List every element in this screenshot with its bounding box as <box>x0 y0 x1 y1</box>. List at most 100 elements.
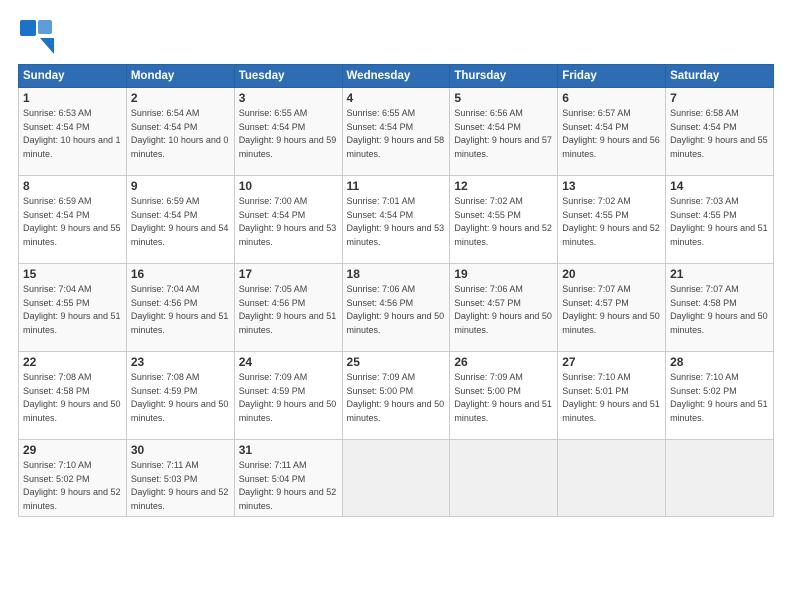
day-info: Sunrise: 6:53 AMSunset: 4:54 PMDaylight:… <box>23 107 122 161</box>
day-info: Sunrise: 7:04 AMSunset: 4:55 PMDaylight:… <box>23 283 122 337</box>
day-info: Sunrise: 7:01 AMSunset: 4:54 PMDaylight:… <box>347 195 446 249</box>
day-number: 24 <box>239 355 338 369</box>
day-info: Sunrise: 6:58 AMSunset: 4:54 PMDaylight:… <box>670 107 769 161</box>
calendar-cell: 18 Sunrise: 7:06 AMSunset: 4:56 PMDayligh… <box>342 264 450 352</box>
day-number: 2 <box>131 91 230 105</box>
day-number: 5 <box>454 91 553 105</box>
page: SundayMondayTuesdayWednesdayThursdayFrid… <box>0 0 792 612</box>
day-number: 27 <box>562 355 661 369</box>
calendar-cell: 23 Sunrise: 7:08 AMSunset: 4:59 PMDayligh… <box>126 352 234 440</box>
day-info: Sunrise: 7:10 AMSunset: 5:02 PMDaylight:… <box>23 459 122 513</box>
day-info: Sunrise: 7:06 AMSunset: 4:56 PMDaylight:… <box>347 283 446 337</box>
day-number: 7 <box>670 91 769 105</box>
logo <box>18 18 56 54</box>
weekday-header: Tuesday <box>234 65 342 88</box>
calendar-cell: 31 Sunrise: 7:11 AMSunset: 5:04 PMDayligh… <box>234 440 342 517</box>
calendar-cell: 14Sunrise: 7:03 AMSunset: 4:55 PMDayligh… <box>666 176 774 264</box>
day-number: 29 <box>23 443 122 457</box>
day-info: Sunrise: 6:54 AMSunset: 4:54 PMDaylight:… <box>131 107 230 161</box>
calendar-cell: 16Sunrise: 7:04 AMSunset: 4:56 PMDayligh… <box>126 264 234 352</box>
calendar-cell: 2 Sunrise: 6:54 AMSunset: 4:54 PMDaylight… <box>126 88 234 176</box>
day-number: 3 <box>239 91 338 105</box>
day-number: 20 <box>562 267 661 281</box>
calendar-cell: 25 Sunrise: 7:09 AMSunset: 5:00 PMDayligh… <box>342 352 450 440</box>
calendar-cell: 15 Sunrise: 7:04 AMSunset: 4:55 PMDayligh… <box>19 264 127 352</box>
calendar-cell: 1 Sunrise: 6:53 AMSunset: 4:54 PMDaylight… <box>19 88 127 176</box>
weekday-header: Saturday <box>666 65 774 88</box>
day-number: 13 <box>562 179 661 193</box>
day-info: Sunrise: 7:08 AMSunset: 4:58 PMDaylight:… <box>23 371 122 425</box>
day-info: Sunrise: 7:11 AMSunset: 5:03 PMDaylight:… <box>131 459 230 513</box>
calendar-cell: 27 Sunrise: 7:10 AMSunset: 5:01 PMDayligh… <box>558 352 666 440</box>
calendar-cell: 17 Sunrise: 7:05 AMSunset: 4:56 PMDayligh… <box>234 264 342 352</box>
day-number: 19 <box>454 267 553 281</box>
calendar-cell <box>666 440 774 517</box>
day-info: Sunrise: 7:02 AMSunset: 4:55 PMDaylight:… <box>454 195 553 249</box>
day-number: 28 <box>670 355 769 369</box>
weekday-header-row: SundayMondayTuesdayWednesdayThursdayFrid… <box>19 65 774 88</box>
calendar-cell: 4 Sunrise: 6:55 AMSunset: 4:54 PMDaylight… <box>342 88 450 176</box>
day-number: 1 <box>23 91 122 105</box>
day-info: Sunrise: 6:56 AMSunset: 4:54 PMDaylight:… <box>454 107 553 161</box>
calendar-cell <box>450 440 558 517</box>
calendar-week-row: 15 Sunrise: 7:04 AMSunset: 4:55 PMDayligh… <box>19 264 774 352</box>
day-info: Sunrise: 7:08 AMSunset: 4:59 PMDaylight:… <box>131 371 230 425</box>
weekday-header: Wednesday <box>342 65 450 88</box>
calendar-cell <box>558 440 666 517</box>
day-number: 14 <box>670 179 769 193</box>
day-number: 21 <box>670 267 769 281</box>
day-info: Sunrise: 6:59 AMSunset: 4:54 PMDaylight:… <box>131 195 230 249</box>
calendar-cell: 30Sunrise: 7:11 AMSunset: 5:03 PMDayligh… <box>126 440 234 517</box>
day-info: Sunrise: 7:07 AMSunset: 4:58 PMDaylight:… <box>670 283 769 337</box>
day-number: 17 <box>239 267 338 281</box>
calendar-cell: 11Sunrise: 7:01 AMSunset: 4:54 PMDayligh… <box>342 176 450 264</box>
logo-icon <box>18 18 54 54</box>
calendar-cell: 3Sunrise: 6:55 AMSunset: 4:54 PMDaylight… <box>234 88 342 176</box>
calendar-cell: 8 Sunrise: 6:59 AMSunset: 4:54 PMDaylight… <box>19 176 127 264</box>
day-number: 18 <box>347 267 446 281</box>
calendar-cell <box>342 440 450 517</box>
calendar-cell: 19Sunrise: 7:06 AMSunset: 4:57 PMDayligh… <box>450 264 558 352</box>
calendar-table: SundayMondayTuesdayWednesdayThursdayFrid… <box>18 64 774 517</box>
calendar-week-row: 8 Sunrise: 6:59 AMSunset: 4:54 PMDaylight… <box>19 176 774 264</box>
day-number: 22 <box>23 355 122 369</box>
day-info: Sunrise: 7:05 AMSunset: 4:56 PMDaylight:… <box>239 283 338 337</box>
day-number: 25 <box>347 355 446 369</box>
day-info: Sunrise: 6:57 AMSunset: 4:54 PMDaylight:… <box>562 107 661 161</box>
calendar-week-row: 29 Sunrise: 7:10 AMSunset: 5:02 PMDayligh… <box>19 440 774 517</box>
calendar-cell: 7 Sunrise: 6:58 AMSunset: 4:54 PMDaylight… <box>666 88 774 176</box>
day-number: 23 <box>131 355 230 369</box>
calendar-cell: 5 Sunrise: 6:56 AMSunset: 4:54 PMDaylight… <box>450 88 558 176</box>
day-number: 15 <box>23 267 122 281</box>
day-number: 31 <box>239 443 338 457</box>
day-info: Sunrise: 6:55 AMSunset: 4:54 PMDaylight:… <box>347 107 446 161</box>
weekday-header: Sunday <box>19 65 127 88</box>
day-info: Sunrise: 7:11 AMSunset: 5:04 PMDaylight:… <box>239 459 338 513</box>
calendar-cell: 21 Sunrise: 7:07 AMSunset: 4:58 PMDayligh… <box>666 264 774 352</box>
day-info: Sunrise: 7:07 AMSunset: 4:57 PMDaylight:… <box>562 283 661 337</box>
day-info: Sunrise: 7:09 AMSunset: 5:00 PMDaylight:… <box>454 371 553 425</box>
day-info: Sunrise: 7:04 AMSunset: 4:56 PMDaylight:… <box>131 283 230 337</box>
header <box>18 18 774 54</box>
day-info: Sunrise: 7:10 AMSunset: 5:01 PMDaylight:… <box>562 371 661 425</box>
calendar-cell: 28 Sunrise: 7:10 AMSunset: 5:02 PMDayligh… <box>666 352 774 440</box>
day-number: 12 <box>454 179 553 193</box>
day-info: Sunrise: 6:59 AMSunset: 4:54 PMDaylight:… <box>23 195 122 249</box>
calendar-cell: 29 Sunrise: 7:10 AMSunset: 5:02 PMDayligh… <box>19 440 127 517</box>
calendar-cell: 12 Sunrise: 7:02 AMSunset: 4:55 PMDayligh… <box>450 176 558 264</box>
day-number: 6 <box>562 91 661 105</box>
calendar-cell: 20 Sunrise: 7:07 AMSunset: 4:57 PMDayligh… <box>558 264 666 352</box>
calendar-cell: 10 Sunrise: 7:00 AMSunset: 4:54 PMDayligh… <box>234 176 342 264</box>
day-info: Sunrise: 7:02 AMSunset: 4:55 PMDaylight:… <box>562 195 661 249</box>
day-info: Sunrise: 7:09 AMSunset: 5:00 PMDaylight:… <box>347 371 446 425</box>
calendar-cell: 13 Sunrise: 7:02 AMSunset: 4:55 PMDayligh… <box>558 176 666 264</box>
day-number: 10 <box>239 179 338 193</box>
calendar-week-row: 22 Sunrise: 7:08 AMSunset: 4:58 PMDayligh… <box>19 352 774 440</box>
day-number: 8 <box>23 179 122 193</box>
day-info: Sunrise: 7:09 AMSunset: 4:59 PMDaylight:… <box>239 371 338 425</box>
weekday-header: Thursday <box>450 65 558 88</box>
calendar-cell: 9Sunrise: 6:59 AMSunset: 4:54 PMDaylight… <box>126 176 234 264</box>
day-info: Sunrise: 7:10 AMSunset: 5:02 PMDaylight:… <box>670 371 769 425</box>
day-number: 4 <box>347 91 446 105</box>
day-info: Sunrise: 7:00 AMSunset: 4:54 PMDaylight:… <box>239 195 338 249</box>
